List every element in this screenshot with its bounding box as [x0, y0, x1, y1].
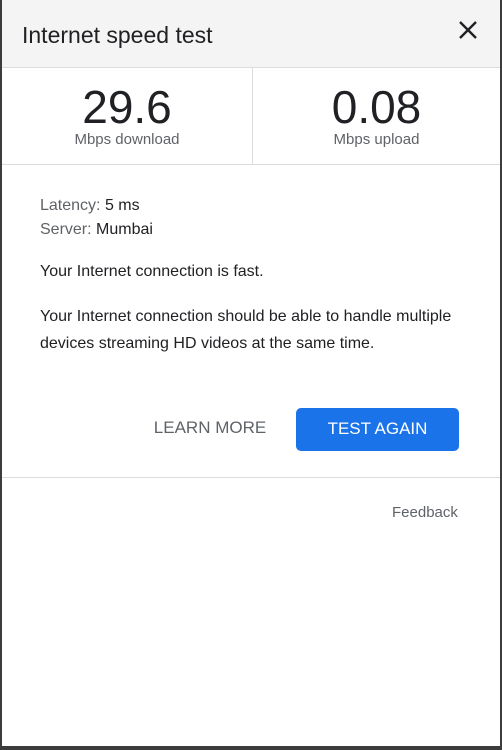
learn-more-button[interactable]: LEARN MORE	[148, 408, 272, 448]
latency-row: Latency: 5 ms	[40, 194, 460, 218]
footer-divider	[2, 477, 500, 478]
upload-metric: 0.08 Mbps upload	[253, 68, 500, 164]
close-icon	[459, 21, 477, 39]
download-unit: Mbps download	[74, 131, 180, 148]
dialog-title: Internet speed test	[22, 22, 213, 48]
upload-unit: Mbps upload	[333, 131, 420, 148]
speed-description: Your Internet connection should be able …	[40, 308, 452, 352]
server-row: Server: Mumbai	[40, 218, 460, 242]
speed-test-dialog: Internet speed test 29.6 Mbps download 0…	[2, 0, 500, 746]
download-value: 29.6	[82, 81, 172, 133]
server-label: Server:	[40, 221, 92, 238]
connection-details: Latency: 5 ms Server: Mumbai	[40, 194, 460, 242]
close-button[interactable]	[454, 16, 482, 44]
latency-label: Latency:	[40, 197, 101, 214]
download-metric: 29.6 Mbps download	[2, 68, 253, 164]
speed-results: 29.6 Mbps download 0.08 Mbps upload	[2, 68, 500, 165]
test-again-button[interactable]: TEST AGAIN	[296, 408, 459, 451]
server-value: Mumbai	[96, 221, 153, 238]
upload-value: 0.08	[331, 81, 422, 133]
speed-summary: Your Internet connection is fast.	[40, 263, 264, 280]
dialog-header: Internet speed test	[2, 0, 500, 68]
latency-value: 5 ms	[104, 197, 140, 214]
feedback-link[interactable]: Feedback	[392, 504, 458, 521]
